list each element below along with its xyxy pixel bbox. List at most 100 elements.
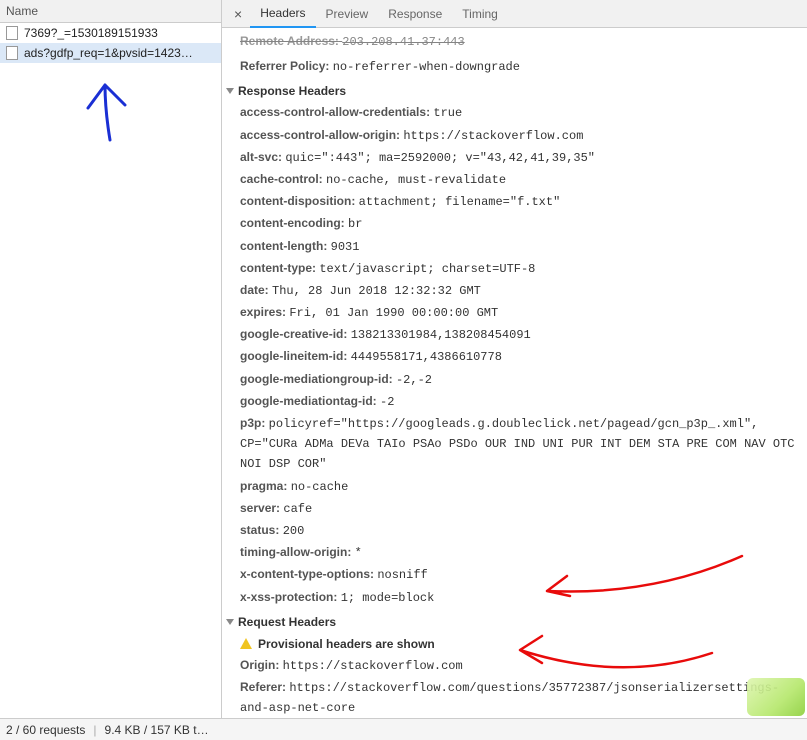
header-key: p3p: xyxy=(240,416,269,430)
header-value: quic=":443"; ma=2592000; v="43,42,41,39,… xyxy=(285,151,595,165)
section-label: Request Headers xyxy=(238,615,336,629)
header-value: no-referrer-when-downgrade xyxy=(333,60,520,74)
header-key: content-type: xyxy=(240,261,319,275)
header-value: * xyxy=(355,546,362,560)
file-icon xyxy=(6,26,18,40)
header-key: content-encoding: xyxy=(240,216,348,230)
tab-preview[interactable]: Preview xyxy=(316,1,379,27)
header-key: cache-control: xyxy=(240,172,326,186)
chevron-down-icon xyxy=(226,88,234,94)
header-value: policyref="https://googleads.g.doublecli… xyxy=(240,417,795,471)
request-row[interactable]: ads?gdfp_req=1&pvsid=1423… xyxy=(0,43,221,63)
name-column-header[interactable]: Name xyxy=(0,0,221,23)
request-list-panel: Name 7369?_=1530189151933 ads?gdfp_req=1… xyxy=(0,0,222,718)
tab-headers[interactable]: Headers xyxy=(250,0,315,28)
header-key: x-xss-protection: xyxy=(240,590,341,604)
header-value: br xyxy=(348,217,362,231)
header-key: date: xyxy=(240,283,272,297)
header-row: content-length: 9031 xyxy=(222,236,807,258)
header-value: text/javascript; charset=UTF-8 xyxy=(319,262,535,276)
header-row: expires: Fri, 01 Jan 1990 00:00:00 GMT xyxy=(222,302,807,324)
header-key: content-disposition: xyxy=(240,194,359,208)
header-value: https://stackoverflow.com xyxy=(283,659,463,673)
request-headers-section[interactable]: Request Headers xyxy=(222,609,807,633)
header-key: Origin: xyxy=(240,658,283,672)
header-value: 203.208.41.37:443 xyxy=(342,35,464,49)
header-key: Referer: xyxy=(240,680,289,694)
header-value: attachment; filename="f.txt" xyxy=(359,195,561,209)
header-row: server: cafe xyxy=(222,498,807,520)
header-key: timing-allow-origin: xyxy=(240,545,355,559)
header-value: -2 xyxy=(380,395,394,409)
header-key: Remote Address: xyxy=(240,34,339,48)
header-row: content-type: text/javascript; charset=U… xyxy=(222,258,807,280)
request-name: ads?gdfp_req=1&pvsid=1423… xyxy=(24,46,193,60)
request-name: 7369?_=1530189151933 xyxy=(24,26,158,40)
header-key: google-lineitem-id: xyxy=(240,349,351,363)
header-value: 1; mode=block xyxy=(341,591,435,605)
header-row: status: 200 xyxy=(222,520,807,542)
header-row: google-creative-id: 138213301984,1382084… xyxy=(222,324,807,346)
header-row: timing-allow-origin: * xyxy=(222,542,807,564)
header-value: 200 xyxy=(283,524,305,538)
status-requests: 2 / 60 requests xyxy=(6,723,85,737)
header-value: no-cache, must-revalidate xyxy=(326,173,506,187)
request-row[interactable]: 7369?_=1530189151933 xyxy=(0,23,221,43)
headers-body[interactable]: Remote Address: 203.208.41.37:443 Referr… xyxy=(222,28,807,718)
header-row: alt-svc: quic=":443"; ma=2592000; v="43,… xyxy=(222,147,807,169)
header-row: content-disposition: attachment; filenam… xyxy=(222,191,807,213)
header-row: pragma: no-cache xyxy=(222,476,807,498)
header-key: google-creative-id: xyxy=(240,327,351,341)
header-value: no-cache xyxy=(291,480,349,494)
warning-text: Provisional headers are shown xyxy=(258,637,435,651)
header-key: Referrer Policy: xyxy=(240,59,329,73)
header-key: google-mediationtag-id: xyxy=(240,394,380,408)
request-list: 7369?_=1530189151933 ads?gdfp_req=1&pvsi… xyxy=(0,23,221,718)
header-row: content-encoding: br xyxy=(222,213,807,235)
tab-response[interactable]: Response xyxy=(378,1,452,27)
decorative-corner xyxy=(747,678,805,716)
header-key: expires: xyxy=(240,305,289,319)
header-row: date: Thu, 28 Jun 2018 12:32:32 GMT xyxy=(222,280,807,302)
separator: | xyxy=(93,723,96,737)
header-key: server: xyxy=(240,501,283,515)
header-row: x-content-type-options: nosniff xyxy=(222,564,807,586)
status-transfer: 9.4 KB / 157 KB t… xyxy=(105,723,209,737)
header-key: access-control-allow-origin: xyxy=(240,128,403,142)
header-row: google-mediationgroup-id: -2,-2 xyxy=(222,369,807,391)
header-row: access-control-allow-origin: https://sta… xyxy=(222,125,807,147)
header-value: Thu, 28 Jun 2018 12:32:32 GMT xyxy=(272,284,481,298)
tab-timing[interactable]: Timing xyxy=(452,1,508,27)
header-row: cache-control: no-cache, must-revalidate xyxy=(222,169,807,191)
header-value: https://stackoverflow.com/questions/3577… xyxy=(240,681,779,715)
section-label: Response Headers xyxy=(238,84,346,98)
provisional-warning: Provisional headers are shown xyxy=(222,633,807,655)
header-key: status: xyxy=(240,523,283,537)
chevron-down-icon xyxy=(226,619,234,625)
header-value: cafe xyxy=(283,502,312,516)
header-key: alt-svc: xyxy=(240,150,285,164)
status-bar: 2 / 60 requests | 9.4 KB / 157 KB t… xyxy=(0,718,807,740)
header-value: 138213301984,138208454091 xyxy=(351,328,531,342)
header-key: x-content-type-options: xyxy=(240,567,377,581)
header-key: google-mediationgroup-id: xyxy=(240,372,396,386)
close-icon[interactable]: × xyxy=(226,6,250,22)
detail-tabs: × Headers Preview Response Timing xyxy=(222,0,807,28)
header-value: Fri, 01 Jan 1990 00:00:00 GMT xyxy=(289,306,498,320)
header-key: access-control-allow-credentials: xyxy=(240,105,433,119)
warning-icon xyxy=(240,638,252,649)
header-row: p3p: policyref="https://googleads.g.doub… xyxy=(222,413,807,476)
header-value: https://stackoverflow.com xyxy=(403,129,583,143)
detail-panel: × Headers Preview Response Timing Remote… xyxy=(222,0,807,718)
header-value: -2,-2 xyxy=(396,373,432,387)
header-value: nosniff xyxy=(377,568,427,582)
header-row: google-mediationtag-id: -2 xyxy=(222,391,807,413)
header-row: x-xss-protection: 1; mode=block xyxy=(222,587,807,609)
header-key: pragma: xyxy=(240,479,291,493)
header-value: 9031 xyxy=(331,240,360,254)
header-row: Origin: https://stackoverflow.com xyxy=(222,655,807,677)
header-value: 4449558171,4386610778 xyxy=(351,350,502,364)
header-key: content-length: xyxy=(240,239,331,253)
response-headers-section[interactable]: Response Headers xyxy=(222,78,807,102)
file-icon xyxy=(6,46,18,60)
